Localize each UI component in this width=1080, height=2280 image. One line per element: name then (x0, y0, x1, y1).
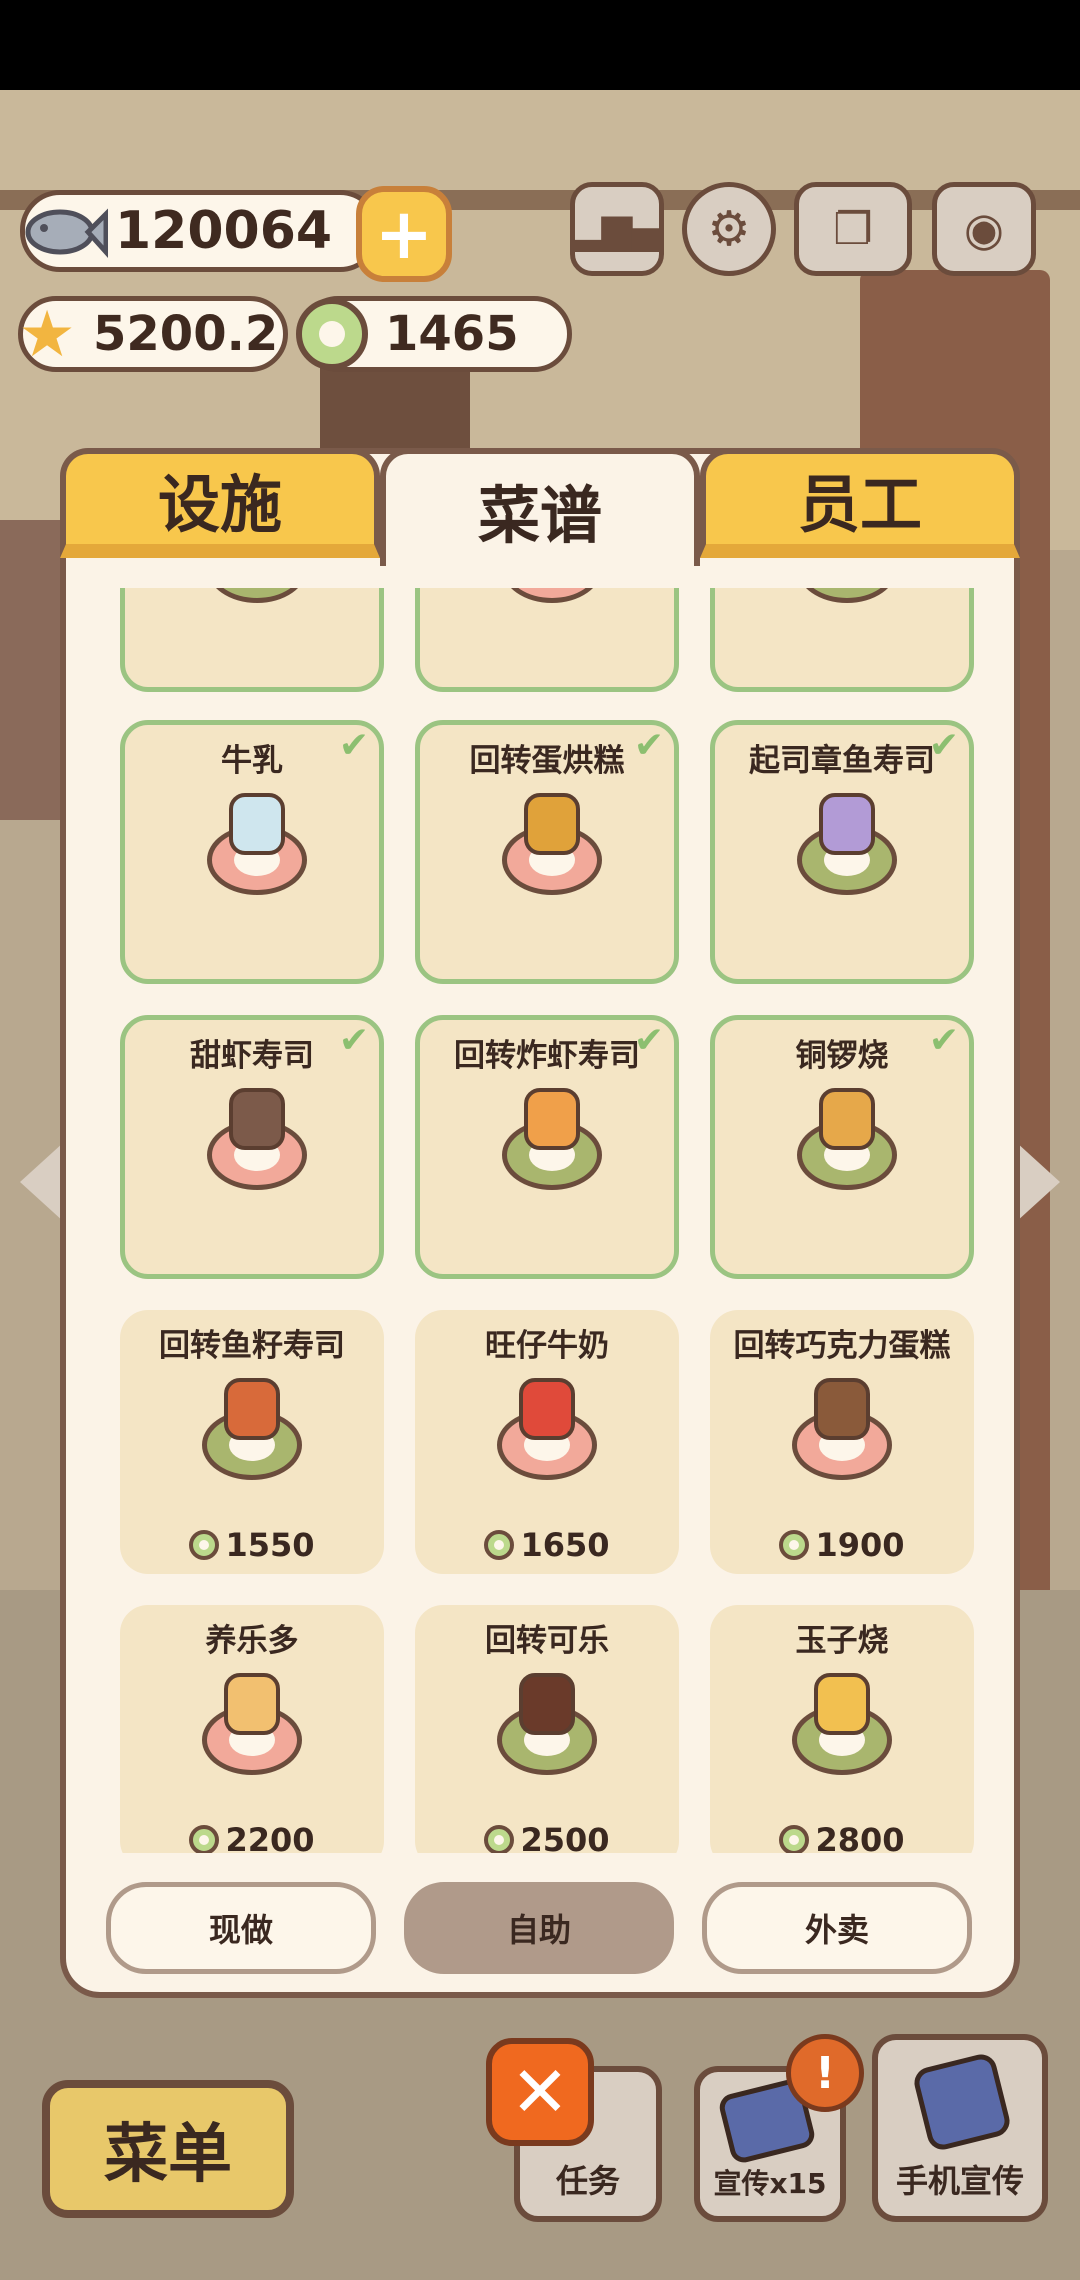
recipe-price: 2200 (120, 1821, 384, 1853)
filter-self-service-label: 自助 (506, 1911, 571, 1949)
plate-icon (502, 588, 602, 603)
recipe-book-icon: ❐ (833, 203, 873, 255)
dish-icon (819, 1088, 875, 1150)
plate-icon (207, 588, 307, 603)
owned-check-icon: ✔ (633, 725, 664, 766)
coin-icon (296, 298, 368, 370)
arrow-left-icon[interactable] (20, 1142, 64, 1222)
tab-recipes[interactable]: 菜谱 (380, 448, 700, 566)
recipe-card[interactable]: 牛乳 ✔ (120, 720, 384, 984)
recipe-price-value: 1550 (225, 1526, 315, 1564)
recipe-price: 1650 (415, 1526, 679, 1564)
dish-icon (224, 1673, 280, 1735)
ranking-button[interactable]: ▂▆▄ (570, 182, 664, 276)
filter-self-service[interactable]: 自助 (404, 1882, 674, 1974)
dish-icon (229, 1088, 285, 1150)
recipe-price-value: 2200 (225, 1821, 315, 1853)
plus-icon: + (374, 193, 434, 275)
coin-icon (484, 1825, 515, 1853)
close-button[interactable]: ✕ (486, 2038, 594, 2146)
recipe-book-button[interactable]: ❐ (794, 182, 912, 276)
dish-icon (519, 1378, 575, 1440)
recipe-card[interactable]: 回转炸虾寿司 ✔ (415, 1015, 679, 1279)
dish-icon (814, 1673, 870, 1735)
recipe-name: 旺仔牛奶 (485, 1328, 609, 1364)
recipe-price-value: 2800 (815, 1821, 905, 1853)
tab-staff-label: 员工 (797, 468, 922, 541)
owned-check-icon: ✔ (633, 1020, 664, 1061)
camera-button[interactable]: ◉ (932, 182, 1036, 276)
coin-icon (779, 1530, 810, 1560)
tab-recipes-label: 菜谱 (477, 479, 602, 552)
owned-check-icon: ✔ (928, 725, 959, 766)
recipe-card[interactable] (710, 588, 974, 692)
owned-check-icon: ✔ (338, 1020, 369, 1061)
owned-check-icon: ✔ (928, 1020, 959, 1061)
star-count: 5200.2 (93, 306, 279, 362)
recipe-card[interactable] (415, 588, 679, 692)
tab-staff[interactable]: 员工 (700, 448, 1020, 558)
gear-icon: ⚙ (707, 201, 751, 257)
recipe-card[interactable]: 回转巧克力蛋糕 1900 (710, 1310, 974, 1574)
recipe-price: 2800 (710, 1821, 974, 1853)
recipe-price: 2500 (415, 1821, 679, 1853)
owned-check-icon: ✔ (338, 725, 369, 766)
recipe-name: 回转巧克力蛋糕 (733, 1328, 951, 1364)
phone-promo-label: 手机宣传 (895, 2162, 1024, 2200)
recipe-name: 回转鱼籽寿司 (159, 1328, 345, 1364)
recipe-price-value: 1650 (520, 1526, 610, 1564)
menu-label: 菜单 (104, 2118, 232, 2192)
coin-icon (779, 1825, 810, 1853)
recipe-price: 1550 (120, 1526, 384, 1564)
dish-icon (524, 793, 580, 855)
recipe-name: 玉子烧 (795, 1623, 889, 1659)
ranking-icon: ▂▆▄ (570, 206, 664, 252)
recipe-card[interactable]: 回转可乐 2500 (415, 1605, 679, 1853)
tasks-label: 任务 (555, 2162, 620, 2200)
filter-made-to-order[interactable]: 现做 (106, 1882, 376, 1974)
fish-icon (18, 192, 108, 272)
recipe-card[interactable]: 铜锣烧 ✔ (710, 1015, 974, 1279)
coin-count: 1465 (385, 306, 519, 362)
recipe-card[interactable]: 回转蛋烘糕 ✔ (415, 720, 679, 984)
recipe-card[interactable]: 玉子烧 2800 (710, 1605, 974, 1853)
recipe-price-value: 2500 (520, 1821, 610, 1853)
tab-facilities[interactable]: 设施 (60, 448, 380, 558)
close-icon: ✕ (510, 2051, 570, 2133)
filter-delivery[interactable]: 外卖 (702, 1882, 972, 1974)
dish-icon (814, 1378, 870, 1440)
filter-made-to-order-label: 现做 (208, 1911, 273, 1949)
fish-count: 120064 (115, 201, 333, 261)
dish-icon (224, 1378, 280, 1440)
dish-icon (519, 1673, 575, 1735)
recipe-card[interactable]: 旺仔牛奶 1650 (415, 1310, 679, 1574)
dish-icon (524, 1088, 580, 1150)
recipe-name: 养乐多 (205, 1623, 299, 1659)
filter-delivery-label: 外卖 (804, 1911, 869, 1949)
menu-button[interactable]: 菜单 (42, 2080, 294, 2218)
coin-icon (189, 1530, 220, 1560)
star-icon: ★ (18, 298, 76, 372)
recipe-card[interactable]: 回转鱼籽寿司 1550 (120, 1310, 384, 1574)
settings-button[interactable]: ⚙ (682, 182, 776, 276)
alert-icon: ! (786, 2034, 864, 2112)
recipe-card[interactable]: 甜虾寿司 ✔ (120, 1015, 384, 1279)
add-fish-button[interactable]: + (356, 186, 452, 282)
recipe-card[interactable]: 养乐多 2200 (120, 1605, 384, 1853)
promo-label: 宣传x15 (713, 2167, 827, 2200)
tab-facilities-label: 设施 (157, 468, 282, 541)
recipe-name: 回转可乐 (485, 1623, 609, 1659)
recipe-card[interactable]: 起司章鱼寿司 ✔ (710, 720, 974, 984)
camera-icon: ◉ (963, 202, 1005, 256)
recipe-grid[interactable]: 牛乳 ✔ 回转蛋烘糕 ✔ 起司章鱼寿司 ✔ 甜虾寿司 ✔ 回转炸虾寿司 ✔ 铜锣烧 ✔ 回转鱼籽寿司 15… (110, 588, 990, 1853)
arrow-right-icon[interactable] (1016, 1142, 1060, 1222)
recipe-card[interactable] (120, 588, 384, 692)
plate-icon (797, 588, 897, 603)
dish-icon (819, 793, 875, 855)
coin-icon (189, 1825, 220, 1853)
dish-icon (229, 793, 285, 855)
coin-icon (484, 1530, 515, 1560)
recipe-price-value: 1900 (815, 1526, 905, 1564)
recipe-price: 1900 (710, 1526, 974, 1564)
